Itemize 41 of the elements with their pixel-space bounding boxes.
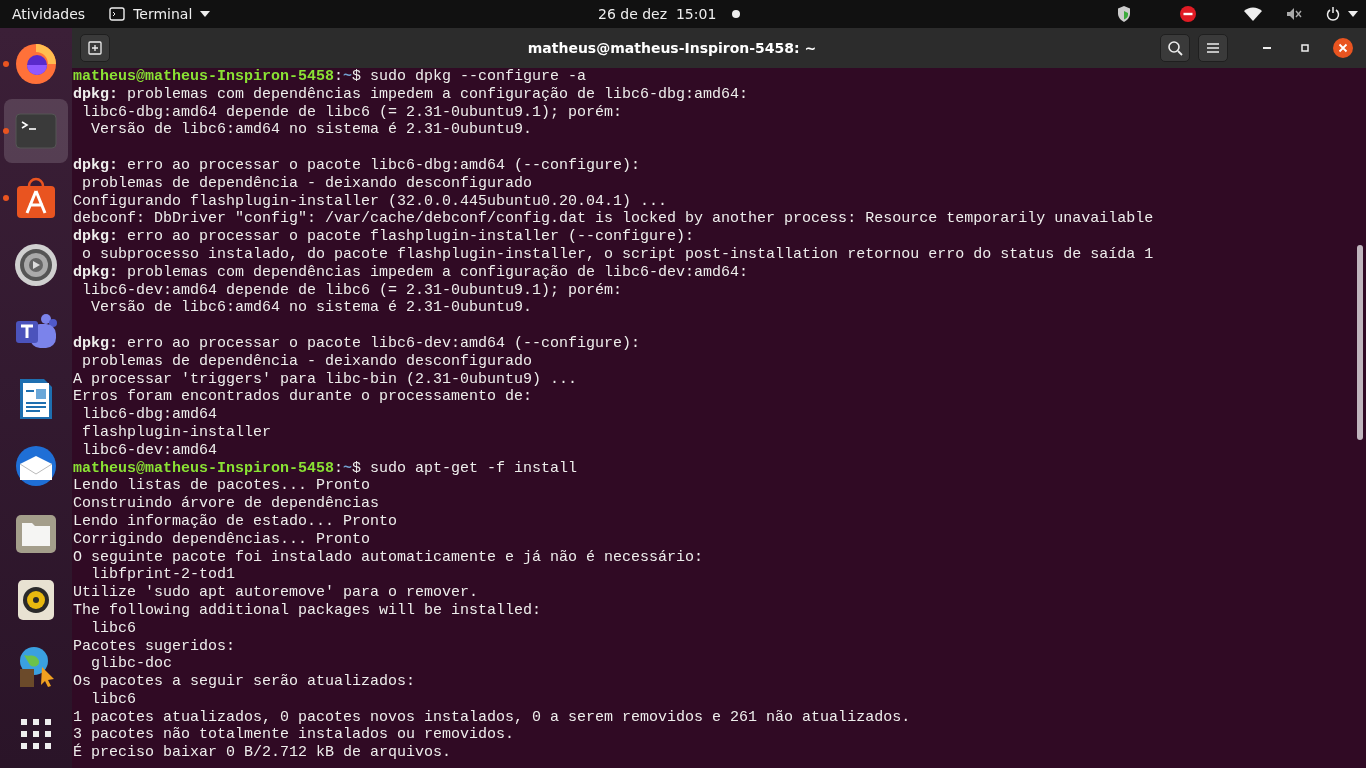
output-line: debconf: DbDriver "config": /var/cache/debconf/config.dat is locked by another process: Resource temporarily unavailable: [73, 210, 1154, 229]
output-line: A processar 'triggers' para libc-bin (2.31-0ubuntu9) ...: [73, 370, 578, 389]
output-line: libc6-dev:amd64: [81, 441, 218, 460]
output-line: Configurando flashplugin-installer (32.0.0.445ubuntu0.20.04.1) ...: [73, 192, 668, 211]
output-line: Erros foram encontrados durante o processamento de:: [73, 388, 533, 407]
output-line: Corrigindo dependências... Pronto: [73, 530, 371, 549]
output-line: 3 pacotes não totalmente instalados ou removidos.: [73, 726, 515, 744]
output-line: dpkg: erro ao processar o pacote libc6-dev:amd64 (--configure):: [73, 334, 641, 353]
output-line: Lendo informação de estado... Pronto: [73, 512, 398, 531]
output-line: libfprint-2-tod1: [90, 566, 236, 585]
output-line: Versão de libc6:amd64 no sistema é 2.31-0ubuntu9.: [90, 299, 533, 318]
output-line: problemas de dependência - deixando desconfigurado: [81, 174, 533, 193]
prompt-line: matheus@matheus-Inspiron-5458:~$ sudo dpkg --configure -a: [73, 68, 587, 86]
output-line: dpkg: problemas com dependências impedem a configuração de libc6-dbg:amd64:: [73, 85, 749, 104]
output-line: o subprocesso instalado, do pacote flashplugin-installer, o script post-installation retornou erro do status de saída 1: [81, 245, 1154, 264]
output-line: libc6: [90, 619, 136, 638]
output-line: Utilize 'sudo apt autoremove' para o remover.: [73, 584, 479, 602]
output-line: 1 pacotes atualizados, 0 pacotes novos instalados, 0 a serem removidos e 261 não atualizados.: [73, 708, 911, 727]
output-line: libc6: [90, 690, 136, 709]
output-line: dpkg: erro ao processar o pacote flashplugin-installer (--configure):: [73, 228, 695, 246]
app-menu[interactable]: Terminal: [97, 0, 223, 28]
output-line: Construindo árvore de dependências: [73, 495, 380, 513]
output-line: dpkg: problemas com dependências impedem a configuração de libc6-dev:amd64:: [73, 263, 749, 282]
output-line: Pacotes sugeridos:: [73, 637, 236, 656]
output-line: flashplugin-installer: [81, 423, 272, 442]
output-line: The following additional packages will be installed:: [73, 601, 542, 620]
output-line: glibc-doc: [90, 655, 173, 674]
clock-button[interactable]: 26 de dez 15:01: [586, 0, 753, 28]
output-line: Os pacotes a seguir serão atualizados:: [73, 673, 416, 691]
output-line: É preciso baixar 0 B/2.712 kB de arquivos.: [73, 744, 452, 763]
output-line: O seguinte pacote foi instalado automaticamente e já não é necessário:: [73, 548, 704, 567]
prompt-line: matheus@matheus-Inspiron-5458:~$ sudo apt-get -f install: [73, 459, 578, 478]
output-line: libc6-dbg:amd64 depende de libc6 (= 2.31-0ubuntu9.1); porém:: [81, 103, 623, 122]
output-line: problemas de dependência - deixando desconfigurado: [81, 352, 533, 371]
activities-button[interactable]: Atividades: [0, 0, 98, 28]
output-line: Versão de libc6:amd64 no sistema é 2.31-0ubuntu9.: [90, 121, 533, 140]
output-line: libc6-dbg:amd64: [81, 406, 218, 424]
output-line: dpkg: erro ao processar o pacote libc6-dbg:amd64 (--configure):: [73, 157, 641, 175]
output-line: Lendo listas de pacotes... Pronto: [73, 477, 371, 496]
output-line: libc6-dev:amd64 depende de libc6 (= 2.31-0ubuntu9.1); porém:: [81, 281, 623, 300]
window-title: matheus@matheus-Inspiron-5458: ~: [526, 38, 818, 58]
